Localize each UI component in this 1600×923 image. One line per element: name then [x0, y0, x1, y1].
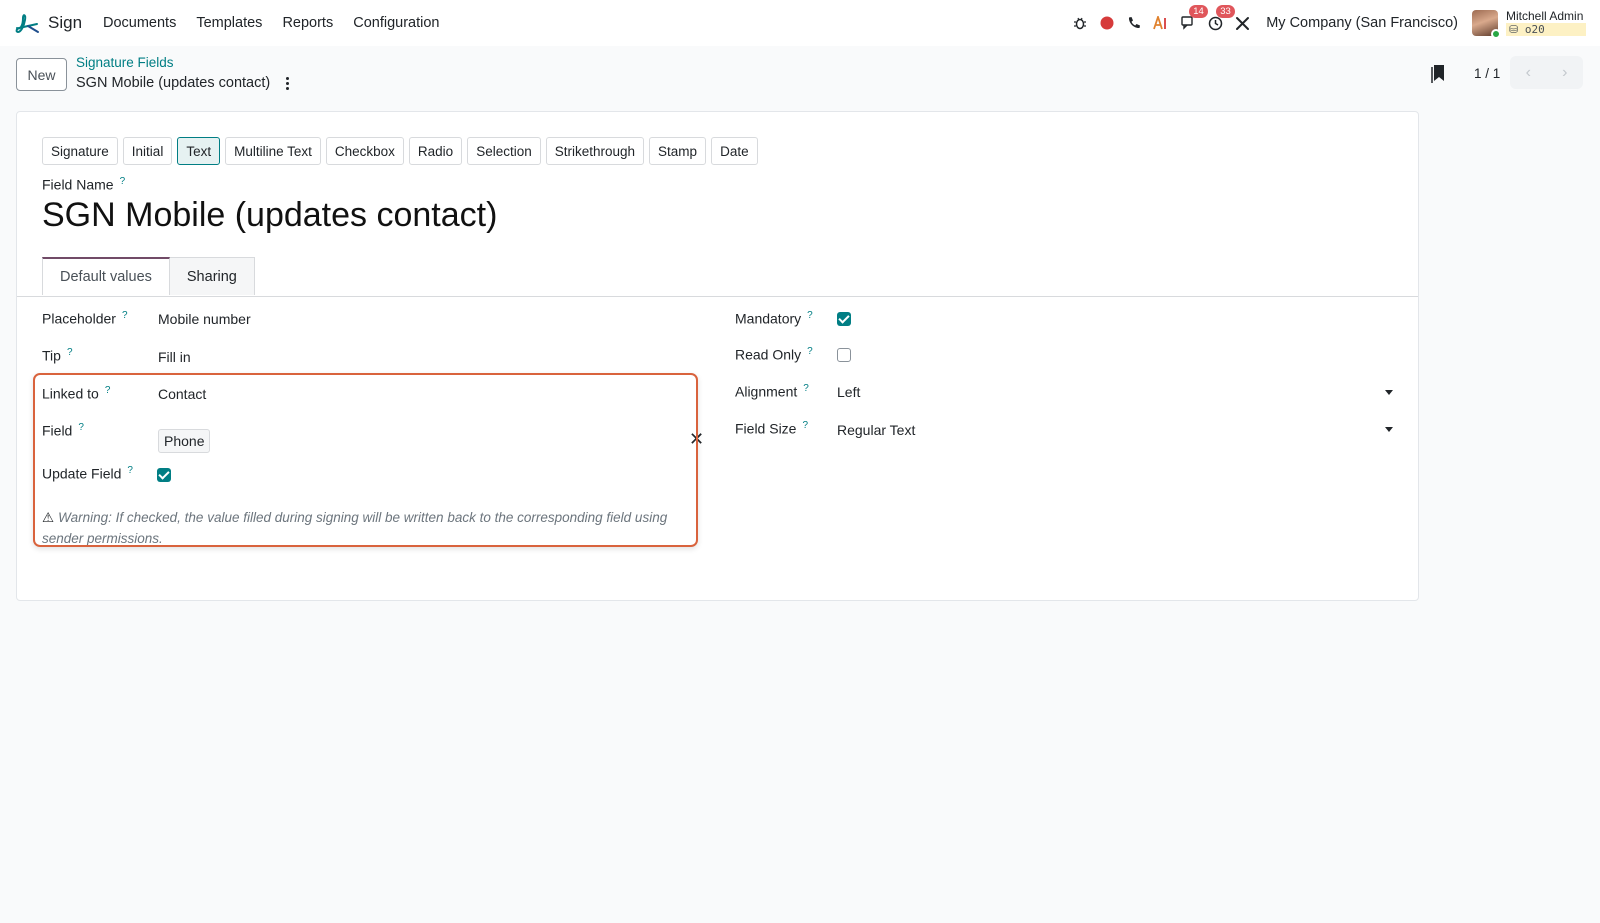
clear-field-icon[interactable]: ✕: [689, 430, 704, 448]
pager-buttons: ‹ ›: [1510, 56, 1583, 89]
type-text[interactable]: Text: [177, 137, 221, 165]
messages-badge: 14: [1189, 5, 1208, 18]
user-menu[interactable]: Mitchell Admin ⛁ o20: [1506, 10, 1586, 36]
main-menu: Documents Templates Reports Configuratio…: [103, 15, 439, 31]
read-only-checkbox[interactable]: [837, 348, 851, 362]
company-switcher[interactable]: My Company (San Francisco): [1266, 15, 1458, 31]
systray: 14 33 My Company (San Francisco) Mitchel…: [1071, 0, 1586, 46]
placeholder-input[interactable]: Mobile number: [158, 311, 251, 327]
pager-previous-button[interactable]: ‹: [1510, 56, 1547, 89]
tools-icon[interactable]: [1233, 14, 1251, 32]
menu-configuration[interactable]: Configuration: [353, 15, 439, 31]
tip-input[interactable]: Fill in: [158, 349, 191, 365]
linked-to-label: Linked to?: [42, 385, 111, 402]
type-multiline-text[interactable]: Multiline Text: [225, 137, 321, 165]
chat-icon[interactable]: 14: [1179, 5, 1208, 32]
pager-next-button[interactable]: ›: [1547, 56, 1584, 89]
user-avatar[interactable]: [1472, 10, 1501, 39]
new-button[interactable]: New: [16, 58, 67, 91]
update-field-checkbox[interactable]: [157, 468, 171, 482]
warning-text: ⚠ Warning: If checked, the value filled d…: [42, 507, 682, 549]
breadcrumb-signature-fields[interactable]: Signature Fields: [76, 55, 174, 70]
form-tabs: Default values Sharing: [42, 257, 255, 295]
type-strikethrough[interactable]: Strikethrough: [545, 137, 645, 165]
top-navbar: Sign Documents Templates Reports Configu…: [0, 0, 1600, 46]
activities-badge: 33: [1216, 5, 1235, 18]
type-initial[interactable]: Initial: [122, 137, 173, 165]
record-title: SGN Mobile (updates contact): [76, 75, 271, 91]
sign-app-icon[interactable]: [14, 10, 40, 36]
phone-icon[interactable]: [1125, 14, 1143, 32]
clock-icon[interactable]: 33: [1206, 5, 1235, 32]
field-size-select[interactable]: Regular Text: [837, 422, 915, 438]
warning-icon: ⚠: [42, 510, 55, 525]
field-name-label: Field Name?: [42, 176, 126, 193]
help-icon[interactable]: ?: [803, 383, 809, 394]
mandatory-label: Mandatory?: [735, 310, 813, 327]
app-name[interactable]: Sign: [48, 13, 82, 33]
field-size-dropdown-icon[interactable]: [1385, 427, 1393, 432]
type-stamp[interactable]: Stamp: [649, 137, 707, 165]
field-tag-phone[interactable]: Phone: [158, 429, 211, 453]
update-field-label: Update Field?: [42, 465, 133, 482]
bug-icon[interactable]: [1071, 14, 1089, 32]
help-icon[interactable]: ?: [120, 176, 126, 187]
menu-templates[interactable]: Templates: [196, 15, 262, 31]
help-icon[interactable]: ?: [67, 347, 73, 358]
alignment-dropdown-icon[interactable]: [1385, 390, 1393, 395]
field-type-selector: Signature Initial Text Multiline Text Ch…: [42, 137, 758, 165]
type-checkbox[interactable]: Checkbox: [325, 137, 404, 165]
read-only-label: Read Only?: [735, 346, 813, 363]
record-icon[interactable]: [1098, 14, 1116, 32]
field-size-label: Field Size?: [735, 420, 809, 437]
ai-icon[interactable]: [1152, 14, 1170, 32]
actions-kebab-icon[interactable]: [281, 74, 293, 92]
field-label: Field?: [42, 422, 84, 439]
type-signature[interactable]: Signature: [42, 137, 118, 165]
form-sheet: Signature Initial Text Multiline Text Ch…: [16, 111, 1419, 601]
help-icon[interactable]: ?: [122, 310, 128, 321]
tip-label: Tip?: [42, 347, 73, 364]
field-name-input[interactable]: SGN Mobile (updates contact): [42, 196, 497, 235]
alignment-label: Alignment?: [735, 383, 809, 400]
user-name: Mitchell Admin: [1506, 9, 1584, 23]
database-name: ⛁ o20: [1506, 23, 1586, 36]
help-icon[interactable]: ?: [807, 310, 813, 321]
type-selection[interactable]: Selection: [467, 137, 541, 165]
linked-to-select[interactable]: Contact: [158, 386, 206, 402]
help-icon[interactable]: ?: [78, 422, 84, 433]
placeholder-label: Placeholder?: [42, 310, 128, 327]
bookmark-icon[interactable]: [1430, 63, 1448, 83]
help-icon[interactable]: ?: [807, 346, 813, 357]
pager-value[interactable]: 1 / 1: [1474, 66, 1500, 81]
online-status-icon: [1491, 29, 1501, 39]
help-icon[interactable]: ?: [802, 420, 808, 431]
mandatory-checkbox[interactable]: [837, 312, 851, 326]
tab-sharing[interactable]: Sharing: [169, 257, 255, 295]
tab-divider: [17, 296, 1418, 297]
type-radio[interactable]: Radio: [408, 137, 463, 165]
help-icon[interactable]: ?: [105, 385, 111, 396]
type-date[interactable]: Date: [711, 137, 758, 165]
tab-default-values[interactable]: Default values: [42, 257, 170, 295]
menu-documents[interactable]: Documents: [103, 15, 176, 31]
alignment-select[interactable]: Left: [837, 384, 860, 400]
menu-reports[interactable]: Reports: [282, 15, 333, 31]
help-icon[interactable]: ?: [127, 465, 133, 476]
